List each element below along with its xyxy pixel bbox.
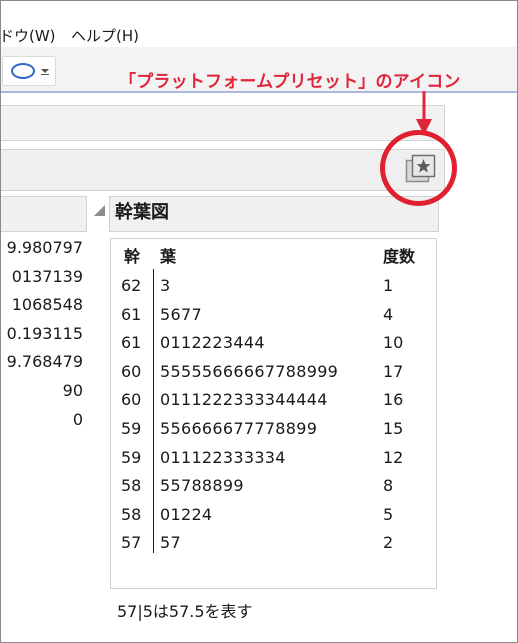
leaf-value: 55555666667788999 bbox=[160, 361, 339, 381]
leaf-value: 57 bbox=[160, 533, 181, 553]
stem-leaf-row: 59 556666677778899 15 bbox=[1, 415, 517, 444]
report-window: ドウ(W) ヘルプ(H) 9.980797 0137139 1068548 0.… bbox=[0, 0, 518, 643]
leaf-value: 556666677778899 bbox=[160, 419, 318, 438]
count-value: 15 bbox=[383, 419, 404, 438]
count-value: 10 bbox=[383, 333, 404, 353]
stem-leaf-row: 59 011122333334 12 bbox=[1, 444, 517, 473]
summary-value: 9.980797 bbox=[6, 238, 83, 257]
stem-value: 60 bbox=[121, 390, 142, 410]
platform-header-bar bbox=[1, 149, 445, 191]
leaf-value: 55788899 bbox=[160, 476, 244, 496]
stem-value: 61 bbox=[121, 333, 142, 353]
count-value: 4 bbox=[383, 304, 394, 324]
stem-leaf-row: 61 5677 4 bbox=[1, 301, 517, 330]
annotation-label: 「プラットフォームプリセット」のアイコン bbox=[119, 72, 461, 92]
stem-value: 58 bbox=[121, 476, 142, 496]
count-value: 2 bbox=[383, 533, 394, 553]
chevron-down-icon[interactable] bbox=[41, 69, 49, 75]
stem-value: 57 bbox=[121, 533, 142, 553]
stem-value: 62 bbox=[121, 276, 142, 295]
leaf-value: 01224 bbox=[160, 504, 213, 524]
stem-leaf-row: 62 3 1 bbox=[1, 272, 517, 301]
count-value: 16 bbox=[383, 390, 404, 410]
count-value: 1 bbox=[383, 276, 394, 295]
annotation-circle bbox=[380, 130, 457, 206]
stem-leaf-footnote: 57|5は57.5を表す bbox=[117, 602, 253, 621]
stem-header: 幹 bbox=[124, 247, 141, 266]
menu-help[interactable]: ヘルプ(H) bbox=[71, 27, 139, 45]
stem-value: 58 bbox=[121, 504, 142, 524]
leaf-value: 5677 bbox=[160, 304, 202, 324]
count-header: 度数 bbox=[383, 247, 416, 266]
leaf-value: 3 bbox=[160, 276, 171, 295]
count-value: 17 bbox=[383, 361, 404, 381]
stem-value: 59 bbox=[121, 419, 142, 438]
stem-value: 61 bbox=[121, 304, 142, 324]
stem-value: 59 bbox=[121, 447, 142, 467]
disclosure-triangle-icon[interactable] bbox=[94, 205, 105, 216]
stem-leaf-title: 幹葉図 bbox=[115, 202, 169, 223]
stem-leaf-row: 57 57 2 bbox=[1, 529, 517, 558]
menu-window[interactable]: ドウ(W) bbox=[1, 27, 56, 45]
stem-value: 60 bbox=[121, 361, 142, 381]
stem-leaf-row: 58 01224 5 bbox=[1, 501, 517, 530]
menu-bar: ドウ(W) ヘルプ(H) bbox=[1, 1, 517, 47]
stem-leaf-row: 61 0112223444 10 bbox=[1, 329, 517, 358]
summary-header bbox=[1, 196, 87, 232]
leaf-value: 0111222333344444 bbox=[160, 390, 328, 410]
stem-leaf-row: 60 55555666667788999 17 bbox=[1, 358, 517, 387]
outline-header-bar bbox=[1, 105, 445, 141]
shape-tool-button[interactable] bbox=[2, 56, 56, 86]
leaf-value: 011122333334 bbox=[160, 447, 286, 467]
leaf-value: 0112223444 bbox=[160, 333, 265, 353]
count-value: 8 bbox=[383, 476, 394, 496]
leaf-header: 葉 bbox=[160, 247, 177, 266]
ellipse-tool-icon bbox=[11, 63, 35, 79]
count-value: 5 bbox=[383, 504, 394, 524]
count-value: 12 bbox=[383, 447, 404, 467]
stem-leaf-row: 58 55788899 8 bbox=[1, 472, 517, 501]
stem-leaf-row: 60 0111222333344444 16 bbox=[1, 386, 517, 415]
